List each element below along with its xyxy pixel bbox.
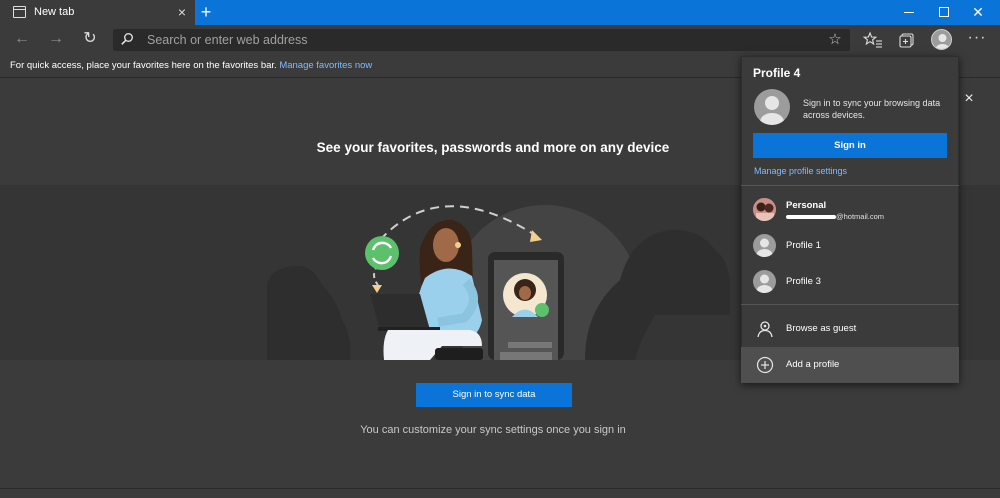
profile-avatar <box>754 89 790 125</box>
close-window-icon[interactable]: ✕ <box>966 2 990 22</box>
avatar <box>753 234 776 257</box>
search-icon <box>121 33 133 45</box>
person-silhouette-icon <box>935 34 950 49</box>
browse-as-guest-item[interactable]: Browse as guest <box>741 311 959 347</box>
profile-item-personal[interactable]: Personal @hotmail.com <box>741 192 959 228</box>
favorites-bar-text: For quick access, place your favorites h… <box>10 60 280 71</box>
laptop-shape <box>370 294 430 330</box>
profile-name: Profile 1 <box>786 240 821 251</box>
person-silhouette-icon <box>756 274 773 293</box>
profile-email: @hotmail.com <box>786 212 884 221</box>
profile-name: Profile 3 <box>786 276 821 287</box>
add-a-profile-item[interactable]: Add a profile <box>741 347 959 383</box>
divider <box>0 488 1000 489</box>
avatar <box>753 198 776 221</box>
email-domain: @hotmail.com <box>836 212 885 221</box>
sign-in-button[interactable]: Sign in <box>753 133 947 158</box>
collections-icon[interactable] <box>896 29 918 51</box>
minimize-window-icon[interactable] <box>897 2 921 22</box>
more-options-icon[interactable]: ··· <box>964 25 990 53</box>
browse-as-guest-label: Browse as guest <box>786 323 857 334</box>
divider <box>741 304 959 305</box>
profile-button[interactable] <box>926 25 956 54</box>
favorites-icon[interactable] <box>862 29 884 51</box>
manage-profile-settings-link[interactable]: Manage profile settings <box>754 166 847 176</box>
add-a-profile-label: Add a profile <box>786 359 840 370</box>
redacted-email-mark <box>786 215 836 220</box>
tab-new-tab[interactable] <box>0 0 195 25</box>
address-input[interactable] <box>147 31 807 49</box>
forward-arrow-icon[interactable]: → <box>44 25 68 53</box>
avatar <box>753 270 776 293</box>
person-silhouette-icon <box>756 238 773 257</box>
personal-photo-icon <box>753 198 776 221</box>
sync-settings-note: You can customize your sync settings onc… <box>360 424 626 436</box>
add-favorite-star-icon[interactable]: ☆ <box>825 29 845 51</box>
close-panel-icon[interactable]: × <box>961 90 977 108</box>
tab-close-icon[interactable]: × <box>174 3 190 21</box>
new-tab-page-icon <box>13 6 26 18</box>
profile-item-profile-3[interactable]: Profile 3 <box>741 264 959 300</box>
sync-prompt-text: Sign in to sync your browsing data acros… <box>803 98 941 120</box>
favorites-bar-message: For quick access, place your favorites h… <box>10 60 372 71</box>
person-silhouette-icon <box>760 96 784 125</box>
sign-in-to-sync-button[interactable]: Sign in to sync data <box>416 383 572 407</box>
new-tab-plus-icon[interactable]: + <box>197 1 215 23</box>
profile-title: Profile 4 <box>753 66 801 80</box>
manage-favorites-link[interactable]: Manage favorites now <box>279 60 372 71</box>
guest-icon <box>757 321 773 338</box>
profile-item-profile-1[interactable]: Profile 1 <box>741 228 959 264</box>
back-arrow-icon[interactable]: ← <box>10 25 34 53</box>
profile-name: Personal <box>786 200 827 211</box>
tab-title: New tab <box>34 6 75 18</box>
left-cloud-shape <box>267 265 351 360</box>
add-circle-icon <box>756 356 774 374</box>
refresh-icon[interactable]: ↻ <box>78 25 102 53</box>
maximize-window-icon[interactable] <box>932 2 956 22</box>
divider <box>741 185 959 186</box>
avatar <box>931 29 952 50</box>
sync-illustration <box>267 205 730 360</box>
sync-badge-icon <box>365 236 399 270</box>
